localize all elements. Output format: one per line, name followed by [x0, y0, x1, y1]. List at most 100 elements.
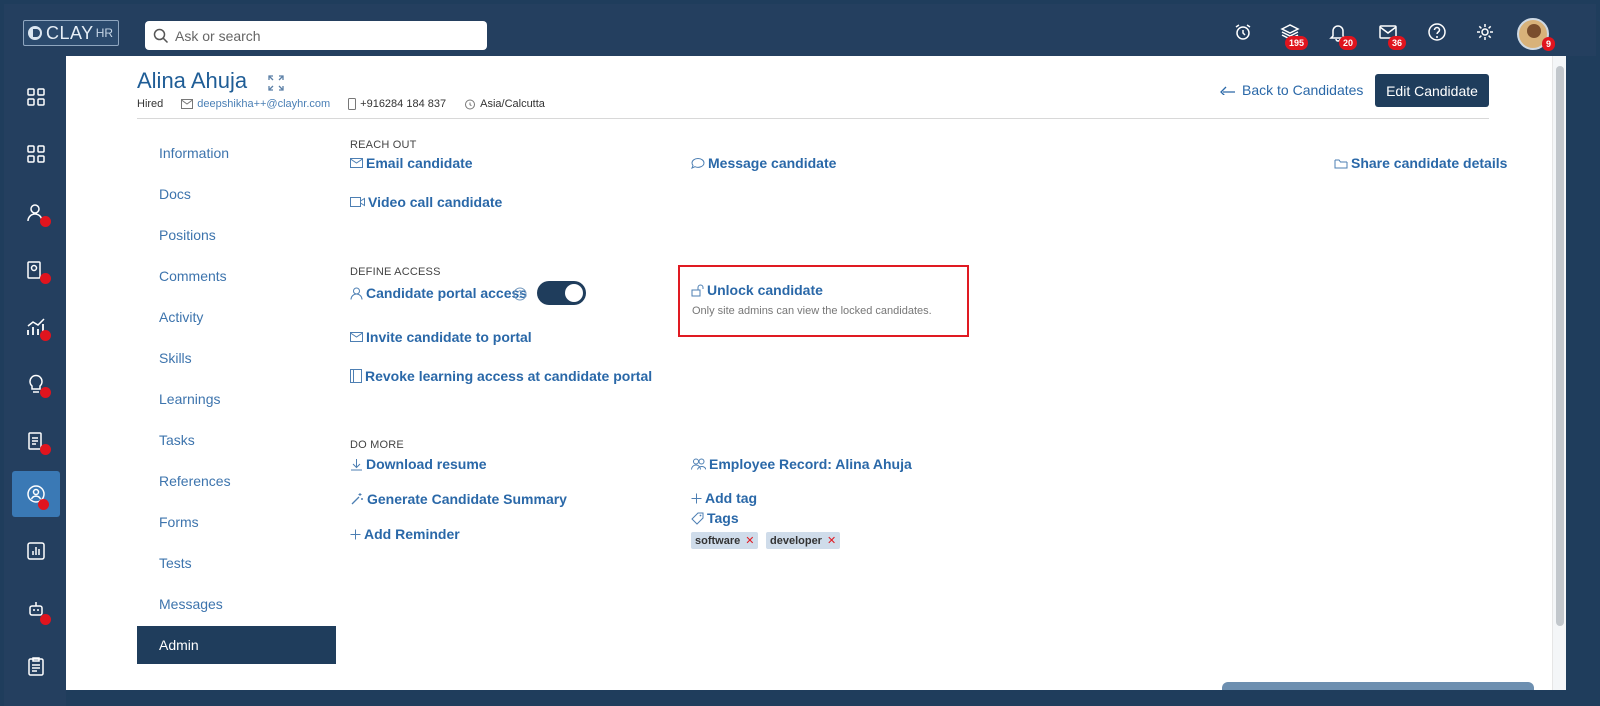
tab-tests[interactable]: Tests: [137, 544, 336, 582]
remove-tag-icon[interactable]: ✕: [745, 534, 754, 547]
tab-admin[interactable]: Admin: [137, 626, 336, 664]
share-candidate-link[interactable]: Share candidate details: [1334, 155, 1507, 171]
invite-portal-link[interactable]: Invite candidate to portal: [350, 329, 532, 345]
message-candidate-link[interactable]: Message candidate: [691, 155, 836, 171]
gear-icon[interactable]: [1471, 18, 1499, 46]
tab-docs[interactable]: Docs: [137, 175, 336, 213]
add-tag-link[interactable]: Add tag: [691, 490, 757, 506]
rail-dashboard[interactable]: [12, 131, 60, 177]
tab-comments[interactable]: Comments: [137, 257, 336, 295]
candidate-email[interactable]: deepshikha++@clayhr.com: [197, 98, 330, 110]
clayhr-logo[interactable]: CLAY HR: [23, 20, 119, 46]
timezone-meta: Asia/Calcutta: [464, 98, 545, 110]
tab-positions[interactable]: Positions: [137, 216, 336, 254]
rail-analytics[interactable]: [12, 304, 60, 350]
book-icon: [350, 369, 362, 383]
users-icon: [691, 458, 706, 470]
download-resume-label: Download resume: [366, 456, 487, 472]
unlock-icon: [691, 284, 704, 297]
tags-label: Tags: [691, 510, 739, 526]
avatar-badge: 9: [1542, 37, 1556, 51]
app-frame: CLAY HR 195 20 36 9: [0, 0, 1600, 706]
add-reminder-label: Add Reminder: [364, 526, 460, 542]
email-candidate-link[interactable]: Email candidate: [350, 155, 473, 171]
magic-wand-icon: [350, 492, 364, 506]
rail-checklist[interactable]: [12, 643, 60, 689]
candidate-phone: +916284 184 837: [360, 98, 447, 110]
rail-alert-dot: [40, 387, 51, 398]
tab-learnings[interactable]: Learnings: [137, 380, 336, 418]
envelope-icon: [350, 332, 363, 342]
plus-icon: [691, 493, 702, 504]
plus-icon: [350, 529, 361, 540]
rail-bot[interactable]: [12, 586, 60, 632]
rail-reports[interactable]: [12, 528, 60, 574]
top-bar: CLAY HR 195 20 36 9: [4, 4, 1596, 56]
rail-documents[interactable]: [12, 418, 60, 464]
tab-activity[interactable]: Activity: [137, 298, 336, 336]
back-to-candidates-link[interactable]: Back to Candidates: [1220, 82, 1363, 98]
candidate-name: Alina Ahuja: [137, 68, 248, 93]
tab-forms[interactable]: Forms: [137, 503, 336, 541]
rail-apps-grid[interactable]: [12, 74, 60, 120]
download-resume-link[interactable]: Download resume: [350, 456, 487, 472]
email-meta[interactable]: deepshikha++@clayhr.com: [181, 98, 330, 110]
bar-chart-icon: [27, 542, 45, 560]
search-box[interactable]: [145, 21, 487, 50]
rail-alert-dot: [40, 614, 51, 625]
envelope-icon: [181, 99, 194, 109]
tab-references[interactable]: References: [137, 462, 336, 500]
rail-alert-dot: [40, 216, 51, 227]
rail-people[interactable]: [12, 190, 60, 236]
grid-icon: [27, 145, 45, 163]
learning-badge: 195: [1285, 36, 1309, 50]
rail-candidates-search[interactable]: [12, 247, 60, 293]
invite-portal-label: Invite candidate to portal: [366, 329, 532, 345]
rail-alert-dot: [40, 273, 51, 284]
help-icon[interactable]: [1423, 18, 1451, 46]
message-candidate-label: Message candidate: [708, 155, 837, 171]
expand-icon[interactable]: [267, 74, 285, 92]
rail-alert-dot: [40, 444, 51, 455]
tab-tasks[interactable]: Tasks: [137, 421, 336, 459]
tab-messages[interactable]: Messages: [137, 585, 336, 623]
add-reminder-link[interactable]: Add Reminder: [350, 526, 460, 542]
unlock-highlight-box: [678, 265, 969, 337]
email-candidate-label: Email candidate: [366, 155, 473, 171]
vertical-scrollbar[interactable]: [1552, 56, 1566, 690]
question-circle-icon[interactable]: [513, 287, 527, 301]
rail-ideas[interactable]: [12, 361, 60, 407]
video-call-candidate-link[interactable]: Video call candidate: [350, 194, 502, 210]
portal-access-toggle[interactable]: [537, 281, 586, 305]
rail-alert-dot: [40, 330, 51, 341]
edit-candidate-button[interactable]: Edit Candidate: [1375, 74, 1489, 107]
alarm-clock-icon[interactable]: [1229, 18, 1257, 46]
tag-label: software: [695, 534, 741, 547]
revoke-learning-label: Revoke learning access at candidate port…: [365, 368, 653, 384]
logo-mark-icon: [28, 26, 42, 40]
employee-record-label: Employee Record: Alina Ahuja: [709, 456, 912, 472]
candidate-portal-access-label: Candidate portal access: [350, 285, 527, 301]
header-divider: [137, 118, 1489, 119]
reach-out-heading: REACH OUT: [350, 139, 417, 151]
scrollbar-thumb[interactable]: [1556, 66, 1564, 626]
remove-tag-icon[interactable]: ✕: [827, 534, 836, 547]
clipboard-icon: [28, 657, 44, 676]
share-candidate-label: Share candidate details: [1351, 155, 1508, 171]
phone-icon: [348, 98, 357, 110]
unlock-candidate-link[interactable]: Unlock candidate: [691, 282, 823, 298]
tag-label: developer: [770, 534, 822, 547]
video-call-label: Video call candidate: [368, 194, 503, 210]
logo-text: CLAY: [46, 22, 94, 43]
logo-subtext: HR: [95, 26, 114, 40]
search-input[interactable]: [175, 27, 475, 44]
grid-icon: [27, 88, 45, 106]
user-icon: [350, 287, 363, 300]
tab-skills[interactable]: Skills: [137, 339, 336, 377]
rail-candidates[interactable]: [12, 471, 60, 517]
generate-summary-link[interactable]: Generate Candidate Summary: [350, 491, 567, 507]
revoke-learning-link[interactable]: Revoke learning access at candidate port…: [350, 368, 652, 384]
tags-label-text: Tags: [707, 510, 739, 526]
tab-information[interactable]: Information: [137, 134, 336, 172]
employee-record-link[interactable]: Employee Record: Alina Ahuja: [691, 456, 912, 472]
